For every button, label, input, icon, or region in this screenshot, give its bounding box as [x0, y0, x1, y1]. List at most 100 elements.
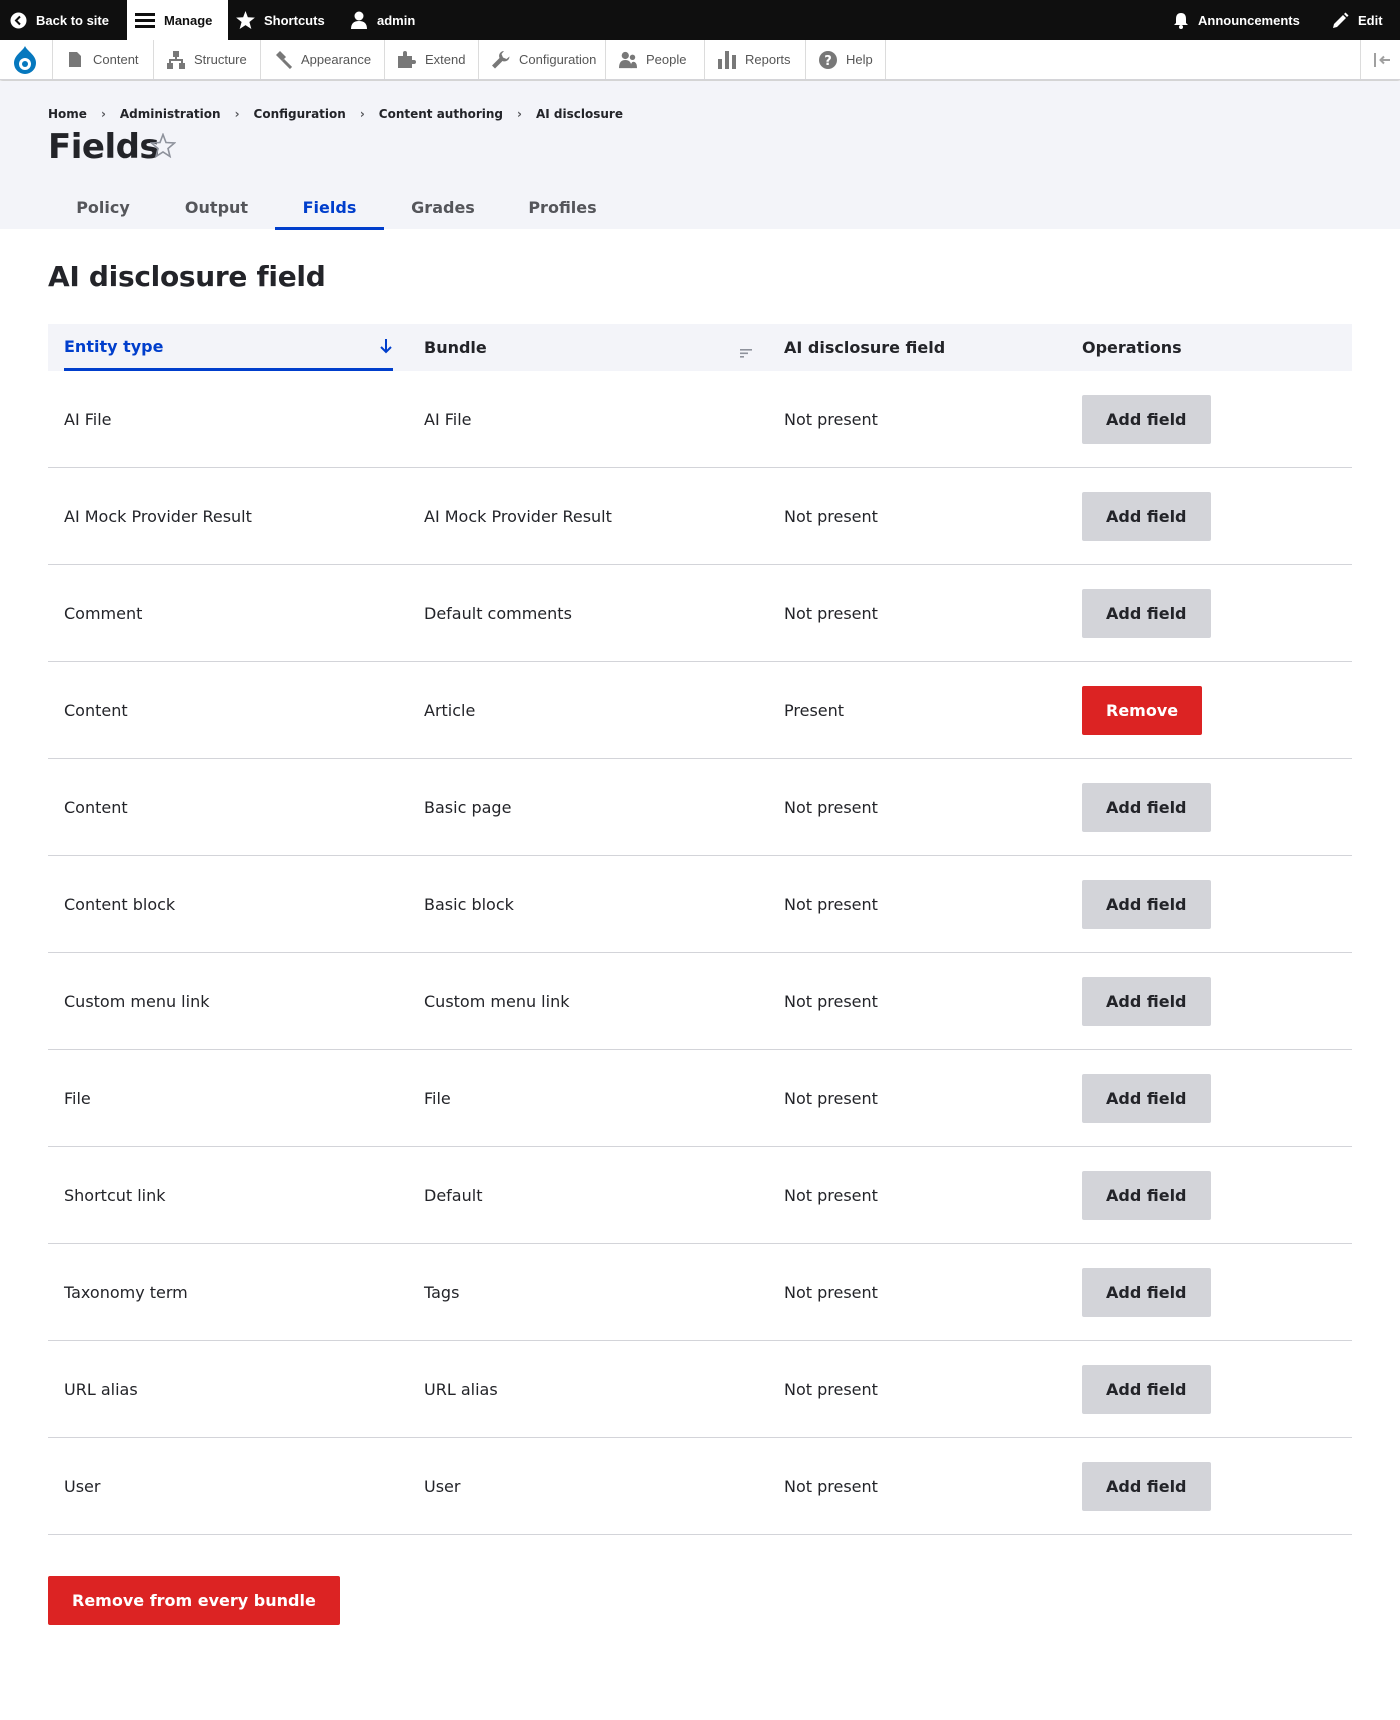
shortcuts-tab[interactable]: Shortcuts [236, 0, 325, 40]
operations-cell: Add field [1082, 468, 1332, 564]
breadcrumb-content-authoring[interactable]: Content authoring [379, 107, 503, 121]
shortcuts-label: Shortcuts [264, 12, 325, 28]
bundle-cell: Default [424, 1147, 754, 1243]
bundle-cell: Article [424, 662, 754, 758]
edit-label: Edit [1358, 12, 1383, 28]
back-to-site-link[interactable]: Back to site [10, 0, 109, 40]
table-row: Custom menu link Custom menu link Not pres… [48, 953, 1352, 1050]
bundle-cell: AI File [424, 371, 754, 467]
tray-item-reports[interactable]: Reports [705, 40, 806, 79]
user-label: admin [377, 12, 416, 28]
header-label: AI disclosure field [784, 338, 946, 357]
drupal-logo-link[interactable] [0, 40, 53, 79]
breadcrumb-separator-icon: › [517, 107, 522, 121]
back-arrow-icon [10, 12, 27, 29]
page-title: Fields [48, 127, 160, 167]
user-tab[interactable]: admin [350, 0, 415, 40]
tab-output[interactable]: Output [158, 184, 275, 230]
bundle: Tags [424, 1282, 460, 1302]
field-status: Not present [784, 894, 878, 914]
bundle-cell: User [424, 1438, 754, 1534]
manage-tab[interactable]: Manage [127, 0, 228, 40]
add-field-button[interactable]: Add field [1082, 976, 1211, 1026]
star-icon[interactable] [149, 132, 177, 162]
field-status-cell: Not present [784, 1147, 1054, 1243]
entity-type: URL alias [64, 1379, 138, 1399]
tray-item-appearance[interactable]: Appearance [261, 40, 385, 79]
entity-type-cell: Comment [64, 565, 394, 661]
table-row: AI File AI File Not present Add field [48, 371, 1352, 468]
add-field-button[interactable]: Add field [1082, 1073, 1211, 1123]
add-field-button[interactable]: Add field [1082, 588, 1211, 638]
tray-item-structure[interactable]: Structure [154, 40, 261, 79]
tray-item-label: Reports [745, 52, 791, 67]
field-status: Present [784, 700, 845, 720]
entity-type-cell: File [64, 1050, 394, 1146]
field-status-cell: Not present [784, 1341, 1054, 1437]
bundle-cell: File [424, 1050, 754, 1146]
back-to-site-label: Back to site [36, 12, 109, 28]
breadcrumb-administration[interactable]: Administration [120, 107, 221, 121]
sort-icon [740, 343, 752, 362]
tab-policy[interactable]: Policy [48, 184, 158, 230]
field-status-cell: Not present [784, 1244, 1054, 1340]
add-field-button[interactable]: Add field [1082, 1364, 1211, 1414]
header-entity-type[interactable]: Entity type [64, 324, 393, 371]
section-title: AI disclosure field [48, 260, 326, 293]
bundle-cell: Basic page [424, 759, 754, 855]
breadcrumb-home[interactable]: Home [48, 107, 87, 121]
header-bundle[interactable]: Bundle [424, 324, 752, 371]
add-field-button[interactable]: Add field [1082, 1170, 1211, 1220]
tray-item-extend[interactable]: Extend [385, 40, 479, 79]
content-icon [66, 51, 84, 69]
operations-cell: Add field [1082, 1147, 1332, 1243]
field-status: Not present [784, 1185, 878, 1205]
field-status: Not present [784, 797, 878, 817]
bundle: AI File [424, 409, 472, 429]
add-field-button[interactable]: Add field [1082, 879, 1211, 929]
tray-item-label: Content [93, 52, 139, 67]
breadcrumb-separator-icon: › [100, 107, 106, 121]
breadcrumb-ai-disclosure[interactable]: AI disclosure [536, 107, 623, 121]
announcements-link[interactable]: Announcements [1173, 0, 1300, 40]
extend-icon [398, 50, 416, 69]
entity-type: User [64, 1476, 101, 1496]
tab-profiles[interactable]: Profiles [502, 184, 623, 230]
bundle-cell: Tags [424, 1244, 754, 1340]
operations-cell: Add field [1082, 759, 1332, 855]
entity-type-cell: Taxonomy term [64, 1244, 394, 1340]
add-field-button[interactable]: Add field [1082, 394, 1211, 444]
field-status-cell: Not present [784, 1438, 1054, 1534]
header-label: Operations [1082, 338, 1182, 357]
tab-fields[interactable]: Fields [275, 184, 384, 230]
remove-from-every-bundle-button[interactable]: Remove from every bundle [48, 1576, 340, 1625]
entity-type: Custom menu link [64, 991, 210, 1011]
add-field-button[interactable]: Add field [1082, 491, 1211, 541]
bundle: Custom menu link [424, 991, 570, 1011]
tray-item-content[interactable]: Content [53, 40, 154, 79]
remove-field-button[interactable]: Remove [1082, 685, 1203, 735]
header-operations: Operations [1082, 324, 1332, 371]
field-status-cell: Not present [784, 371, 1054, 467]
tray-item-people[interactable]: People [605, 40, 705, 79]
manage-label: Manage [164, 12, 213, 28]
field-status-cell: Not present [784, 759, 1054, 855]
admin-tray: Content Structure Appearance Extend Conf… [0, 40, 1400, 80]
edit-link[interactable]: Edit [1332, 0, 1383, 40]
add-field-button[interactable]: Add field [1082, 1267, 1211, 1317]
drupal-logo-icon [12, 45, 38, 75]
entity-type: Taxonomy term [64, 1282, 188, 1302]
tray-item-help[interactable]: ? Help [806, 40, 886, 79]
people-icon [619, 51, 637, 69]
bundle-cell: Default comments [424, 565, 754, 661]
field-status: Not present [784, 506, 878, 526]
sort-descending-icon [379, 338, 393, 358]
tray-orientation-toggle[interactable] [1360, 40, 1400, 79]
tab-grades[interactable]: Grades [384, 184, 502, 230]
star-icon [236, 11, 255, 29]
breadcrumb-configuration[interactable]: Configuration [254, 107, 346, 121]
add-field-button[interactable]: Add field [1082, 782, 1211, 832]
bell-icon [1173, 12, 1189, 29]
add-field-button[interactable]: Add field [1082, 1461, 1211, 1511]
tray-item-label: Help [846, 52, 873, 67]
